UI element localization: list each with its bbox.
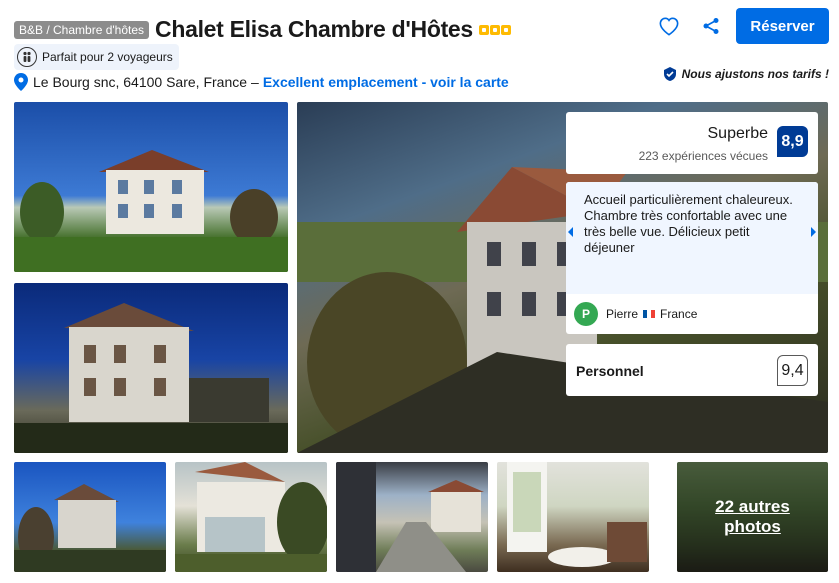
previous-review-button[interactable]	[566, 222, 576, 242]
next-review-button[interactable]	[808, 222, 818, 242]
reviewer-info: P Pierre France	[574, 302, 697, 326]
reviewer-country: France	[660, 307, 698, 321]
price-match-notice[interactable]: Nous ajustons nos tarifs !	[663, 67, 829, 81]
gallery-thumbnail[interactable]	[336, 462, 488, 572]
more-photos-overlay: 22 autres photos	[677, 462, 828, 572]
checkmark-shield-icon	[663, 67, 676, 81]
property-title: Chalet Elisa Chambre d'Hôtes	[155, 16, 473, 42]
property-type-badge: B&B / Chambre d'hôtes	[14, 20, 150, 39]
staff-score: 9,4	[777, 355, 808, 386]
star-rating	[478, 24, 511, 35]
save-favorite-button[interactable]	[652, 9, 686, 43]
heart-icon	[659, 17, 679, 36]
address-separator: –	[251, 74, 259, 90]
score-badge: 8,9	[777, 126, 808, 157]
gallery-photo-house-side[interactable]	[14, 283, 288, 453]
house-photo-art	[175, 462, 327, 572]
travellers-badge: Parfait pour 2 voyageurs	[14, 44, 179, 70]
title-row: B&B / Chambre d'hôtes Chalet Elisa Chamb…	[14, 16, 511, 43]
header-actions: Réserver	[652, 8, 829, 44]
house-photo-art	[14, 484, 166, 572]
review-count: 223 expériences vécues	[638, 149, 768, 163]
view-map-link[interactable]: Excellent emplacement - voir la carte	[263, 74, 509, 90]
avatar: P	[574, 302, 598, 326]
travellers-label: Parfait pour 2 voyageurs	[42, 50, 173, 64]
gallery-thumbnail[interactable]	[497, 462, 649, 572]
price-match-text: Nous ajustons nos tarifs !	[681, 67, 829, 81]
share-icon	[703, 18, 719, 34]
reviewer-name: Pierre	[606, 307, 639, 321]
more-photos-tile[interactable]: 22 autres photos	[677, 462, 828, 572]
gallery-thumbnail[interactable]	[14, 462, 166, 572]
property-header: B&B / Chambre d'hôtes Chalet Elisa Chamb…	[14, 8, 829, 104]
star-icon	[478, 24, 489, 35]
rating-word: Superbe	[707, 125, 769, 142]
chevron-right-icon	[811, 227, 816, 237]
share-button[interactable]	[694, 9, 728, 43]
room-photo-art	[507, 462, 647, 567]
star-icon	[489, 24, 500, 35]
review-card: Accueil particulièrement chaleureux. Cha…	[566, 182, 818, 334]
more-photos-label: 22 autres photos	[715, 497, 790, 536]
gallery-photo-house-front[interactable]	[14, 102, 288, 272]
rating-card[interactable]: Superbe 223 expériences vécues 8,9	[566, 112, 818, 174]
staff-label: Personnel	[576, 363, 644, 379]
address-text: Le Bourg snc, 64100 Sare, France	[33, 74, 248, 90]
staff-rating-card: Personnel 9,4	[566, 344, 818, 396]
reserve-button[interactable]: Réserver	[736, 8, 829, 44]
house-photo-art	[14, 303, 288, 453]
location-pin-icon	[14, 73, 28, 91]
review-text: Accueil particulièrement chaleureux. Cha…	[584, 192, 793, 255]
house-photo-art	[14, 150, 288, 272]
france-flag-icon	[643, 310, 656, 318]
village-photo-art	[336, 462, 484, 572]
chevron-left-icon	[568, 227, 573, 237]
star-icon	[500, 24, 511, 35]
gallery-thumbnail[interactable]	[175, 462, 327, 572]
people-icon	[17, 47, 37, 67]
review-quote-panel: Accueil particulièrement chaleureux. Cha…	[566, 182, 818, 294]
address-row: Le Bourg snc, 64100 Sare, France – Excel…	[14, 73, 509, 91]
